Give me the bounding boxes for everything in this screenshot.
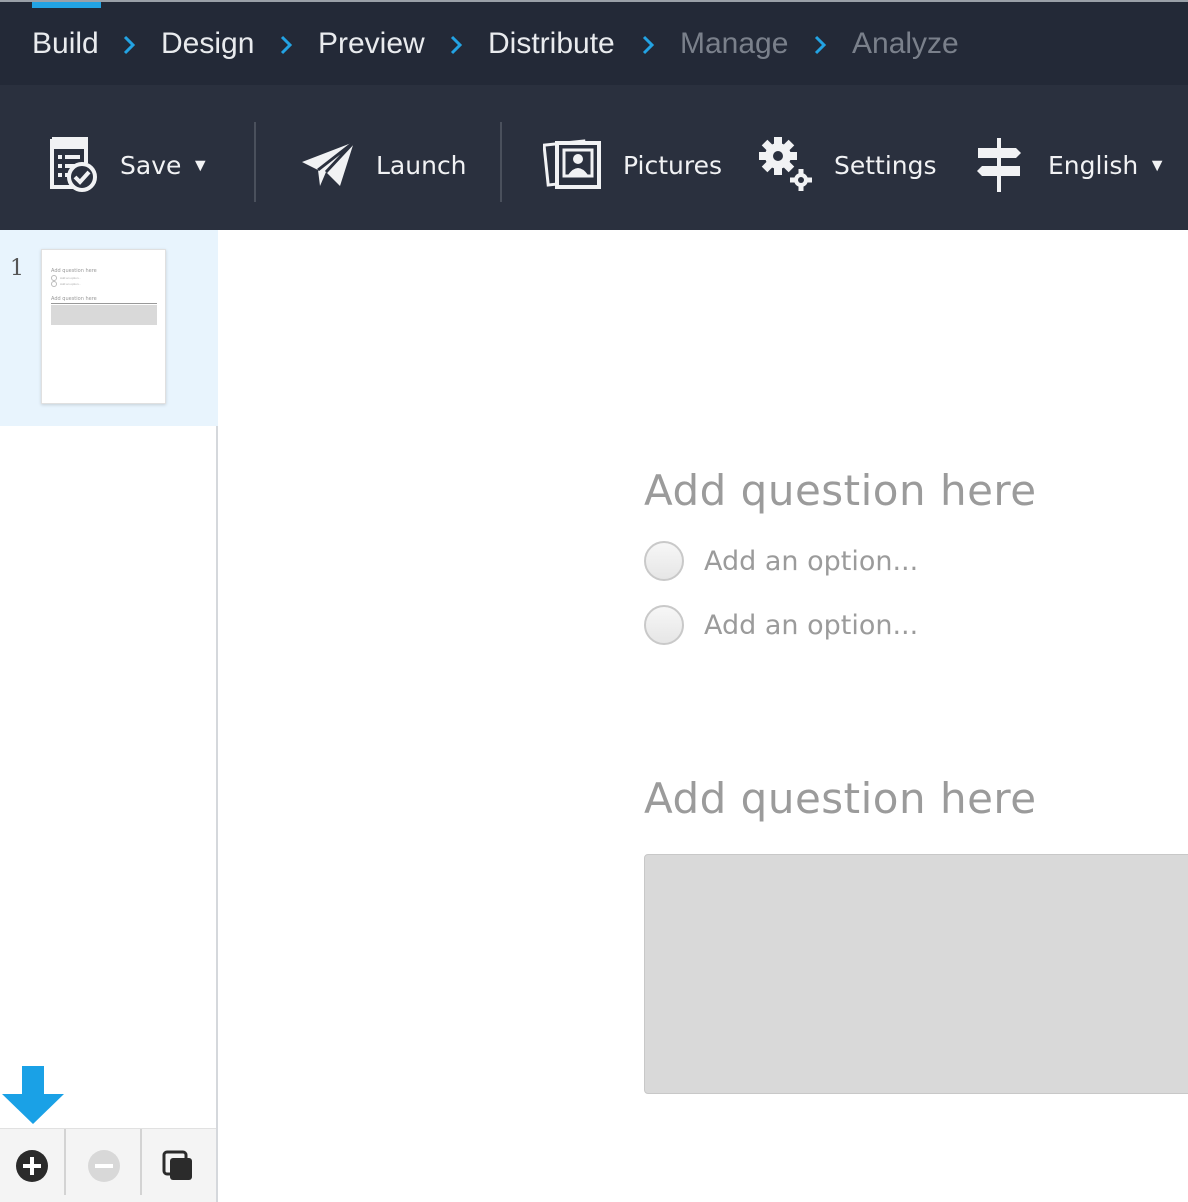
radio-button[interactable] [644,541,684,581]
active-step-indicator [32,2,101,8]
answer-option[interactable]: Add an option... [644,605,918,645]
step-design[interactable]: Design [161,26,254,62]
step-navigation: Build Design Preview Distribute Manage A… [0,0,1188,85]
arrow-down-icon [2,1066,64,1124]
chevron-right-icon [642,35,655,55]
thumbnail-divider [51,303,157,304]
gears-icon [759,137,812,191]
thumbnail-question-title: Add question here [51,296,97,302]
caret-down-icon: ▼ [1148,154,1167,175]
settings-label: Settings [834,150,937,180]
save-document-check-icon [50,137,97,192]
save-button[interactable]: Save ▼ [48,135,209,195]
remove-page-button[interactable] [72,1129,136,1202]
launch-label: Launch [376,150,467,180]
chevron-right-icon [450,35,463,55]
thumbnail-question-title: Add question here [51,268,97,274]
language-dropdown[interactable]: English ▼ [976,135,1166,195]
signpost-icon [977,138,1021,192]
chevron-right-icon [280,35,293,55]
survey-toolbar: Save ▼ Launch Pictures Settings English … [0,85,1188,230]
step-distribute[interactable]: Distribute [488,26,615,62]
page-thumbnail[interactable]: Add question here Add an option... Add a… [41,249,166,404]
step-preview[interactable]: Preview [318,26,425,62]
page-actions-bar [0,1128,216,1202]
language-label: English [1048,150,1139,180]
page-thumbnail-row[interactable]: 1 Add question here Add an option... Add… [0,230,218,426]
add-page-button[interactable] [0,1129,64,1202]
caret-down-icon: ▼ [191,154,210,175]
step-build[interactable]: Build [32,26,99,62]
paper-plane-icon [302,140,356,186]
text-entry-field[interactable] [644,854,1188,1094]
pages-panel: 1 Add question here Add an option... Add… [0,230,218,1202]
thumbnail-text-box [51,305,157,325]
option-label-input[interactable]: Add an option... [704,610,918,641]
chevron-right-icon [123,35,136,55]
launch-button[interactable]: Launch [300,135,467,195]
actions-divider [140,1129,142,1195]
toolbar-divider [254,122,256,202]
option-label-input[interactable]: Add an option... [704,546,918,577]
survey-editor-canvas: Add question here Add an option... Add a… [220,230,1188,1202]
step-manage: Manage [680,27,789,60]
save-label: Save [120,150,182,180]
plus-circle-icon [16,1150,48,1182]
radio-button[interactable] [644,605,684,645]
question-title-input[interactable]: Add question here [644,774,1037,823]
step-analyze: Analyze [852,27,959,60]
copy-icon [162,1150,192,1180]
minus-circle-icon [88,1150,120,1182]
answer-option[interactable]: Add an option... [644,541,918,581]
actions-divider [64,1129,66,1195]
duplicate-page-button[interactable] [146,1129,210,1202]
settings-button[interactable]: Settings [758,135,937,195]
thumbnail-option: Add an option... [51,281,81,287]
page-number: 1 [10,256,24,281]
pictures-icon [543,139,601,189]
pictures-button[interactable]: Pictures [543,135,722,195]
question-title-input[interactable]: Add question here [644,466,1037,515]
pictures-label: Pictures [623,150,722,180]
toolbar-divider [500,122,502,202]
chevron-right-icon [814,35,827,55]
